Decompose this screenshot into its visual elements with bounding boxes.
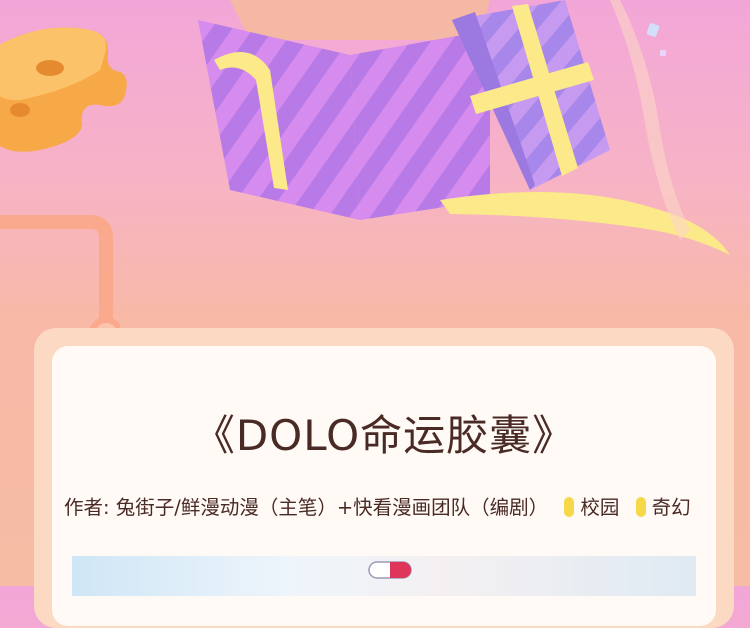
puzzle-piece-icon [0,27,127,152]
tag-pill-icon [635,497,646,517]
banner-scene: 《DOLO命运胶囊》 作者: 兔街子/鲜漫动漫（主笔）+快看漫画团队（编剧） 校… [0,0,750,628]
genre-tag-label: 校园 [580,496,620,519]
genre-tag[interactable]: 奇幻 [635,493,691,523]
genre-tag[interactable]: 校园 [564,493,619,523]
credits-line: 作者: 兔街子/鲜漫动漫（主笔）+快看漫画团队（编剧） 校园 奇幻 [64,493,724,523]
capsule-icon [368,561,412,579]
author-credits: 作者: 兔街子/鲜漫动漫（主笔）+快看漫画团队（编剧） [64,496,549,519]
comic-title: 《DOLO命运胶囊》 [192,411,576,460]
genre-tag-label: 奇幻 [651,496,691,519]
tag-pill-icon [564,497,575,517]
gift-box-illustration [198,0,730,255]
